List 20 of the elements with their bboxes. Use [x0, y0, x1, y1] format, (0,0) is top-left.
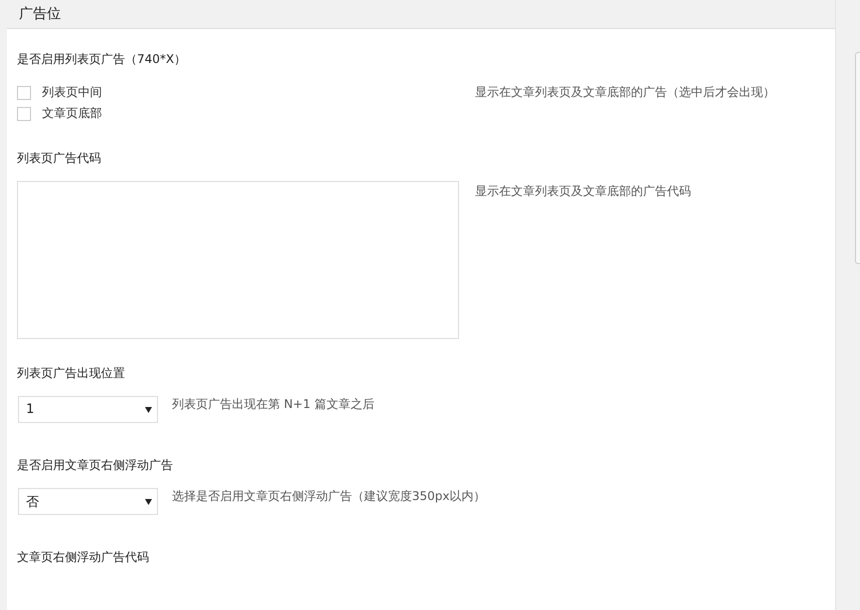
- field-label: 列表页广告代码: [17, 150, 102, 167]
- field-label: 是否启用列表页广告（740*X）: [17, 51, 188, 68]
- caret-icon: [145, 406, 152, 412]
- panel-title: 广告位: [7, 0, 836, 29]
- checkbox[interactable]: [17, 86, 31, 100]
- field-label: 是否启用文章页右侧浮动广告: [17, 457, 174, 474]
- checkbox-label[interactable]: 文章页底部: [42, 105, 102, 122]
- field-label: 文章页右侧浮动广告代码: [17, 549, 150, 566]
- checkbox-label[interactable]: 列表页中间: [42, 84, 102, 101]
- code-textarea[interactable]: [17, 181, 459, 339]
- scrollbar[interactable]: [855, 52, 860, 264]
- field-description: 列表页广告出现在第 N+1 篇文章之后: [172, 396, 374, 413]
- field-description: 显示在文章列表页及文章底部的广告（选中后才会出现）: [475, 84, 775, 101]
- caret-icon: [145, 498, 152, 504]
- field-description: 选择是否启用文章页右侧浮动广告（建议宽度350px以内）: [172, 488, 486, 505]
- field-description: 显示在文章列表页及文章底部的广告代码: [475, 183, 691, 200]
- dropdown-select[interactable]: 1: [18, 396, 158, 423]
- field-label: 列表页广告出现位置: [17, 365, 126, 382]
- checkbox[interactable]: [17, 106, 31, 120]
- dropdown-select[interactable]: 否: [18, 488, 158, 515]
